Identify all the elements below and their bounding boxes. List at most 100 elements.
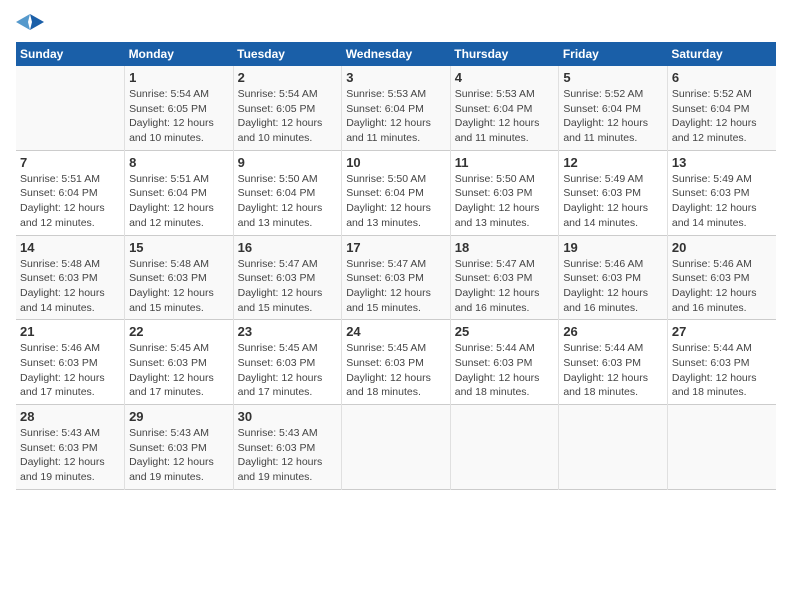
calendar-cell: 6 Sunrise: 5:52 AMSunset: 6:04 PMDaylight… <box>667 66 776 150</box>
calendar-cell: 5 Sunrise: 5:52 AMSunset: 6:04 PMDaylight… <box>559 66 668 150</box>
logo <box>16 10 48 34</box>
day-number: 29 <box>129 409 229 424</box>
day-number: 11 <box>455 155 555 170</box>
calendar-cell: 11 Sunrise: 5:50 AMSunset: 6:03 PMDayligh… <box>450 150 559 235</box>
calendar-cell: 3 Sunrise: 5:53 AMSunset: 6:04 PMDaylight… <box>342 66 451 150</box>
calendar-cell: 4Sunrise: 5:53 AMSunset: 6:04 PMDaylight… <box>450 66 559 150</box>
day-detail: Sunrise: 5:47 AMSunset: 6:03 PMDaylight:… <box>455 257 555 316</box>
calendar-cell: 20 Sunrise: 5:46 AMSunset: 6:03 PMDayligh… <box>667 235 776 320</box>
weekday-header-monday: Monday <box>125 42 234 66</box>
calendar-cell: 15 Sunrise: 5:48 AMSunset: 6:03 PMDayligh… <box>125 235 234 320</box>
day-detail: Sunrise: 5:50 AMSunset: 6:04 PMDaylight:… <box>238 172 338 231</box>
day-detail: Sunrise: 5:47 AMSunset: 6:03 PMDaylight:… <box>238 257 338 316</box>
calendar-week-row: 1 Sunrise: 5:54 AMSunset: 6:05 PMDaylight… <box>16 66 776 150</box>
day-number: 13 <box>672 155 772 170</box>
calendar-cell <box>667 405 776 490</box>
day-number: 12 <box>563 155 663 170</box>
day-detail: Sunrise: 5:48 AMSunset: 6:03 PMDaylight:… <box>129 257 229 316</box>
calendar-cell: 24 Sunrise: 5:45 AMSunset: 6:03 PMDayligh… <box>342 320 451 405</box>
calendar-cell: 29Sunrise: 5:43 AMSunset: 6:03 PMDayligh… <box>125 405 234 490</box>
day-detail: Sunrise: 5:45 AMSunset: 6:03 PMDaylight:… <box>129 341 229 400</box>
calendar-cell: 13 Sunrise: 5:49 AMSunset: 6:03 PMDayligh… <box>667 150 776 235</box>
day-number: 25 <box>455 324 555 339</box>
day-number: 5 <box>563 70 663 85</box>
calendar-week-row: 14 Sunrise: 5:48 AMSunset: 6:03 PMDayligh… <box>16 235 776 320</box>
calendar-cell: 25 Sunrise: 5:44 AMSunset: 6:03 PMDayligh… <box>450 320 559 405</box>
calendar-cell: 16 Sunrise: 5:47 AMSunset: 6:03 PMDayligh… <box>233 235 342 320</box>
day-number: 26 <box>563 324 663 339</box>
day-number: 30 <box>238 409 338 424</box>
day-detail: Sunrise: 5:49 AMSunset: 6:03 PMDaylight:… <box>563 172 663 231</box>
day-number: 6 <box>672 70 772 85</box>
logo-icon <box>16 10 44 34</box>
day-detail: Sunrise: 5:45 AMSunset: 6:03 PMDaylight:… <box>346 341 446 400</box>
day-detail: Sunrise: 5:50 AMSunset: 6:03 PMDaylight:… <box>455 172 555 231</box>
weekday-header-tuesday: Tuesday <box>233 42 342 66</box>
calendar-cell: 8 Sunrise: 5:51 AMSunset: 6:04 PMDaylight… <box>125 150 234 235</box>
day-detail: Sunrise: 5:44 AMSunset: 6:03 PMDaylight:… <box>455 341 555 400</box>
calendar-cell: 23 Sunrise: 5:45 AMSunset: 6:03 PMDayligh… <box>233 320 342 405</box>
day-number: 9 <box>238 155 338 170</box>
day-number: 20 <box>672 240 772 255</box>
day-detail: Sunrise: 5:54 AMSunset: 6:05 PMDaylight:… <box>238 87 338 146</box>
day-detail: Sunrise: 5:43 AMSunset: 6:03 PMDaylight:… <box>238 426 338 485</box>
weekday-header-wednesday: Wednesday <box>342 42 451 66</box>
day-detail: Sunrise: 5:49 AMSunset: 6:03 PMDaylight:… <box>672 172 772 231</box>
calendar-week-row: 21Sunrise: 5:46 AMSunset: 6:03 PMDayligh… <box>16 320 776 405</box>
day-number: 16 <box>238 240 338 255</box>
day-number: 19 <box>563 240 663 255</box>
calendar-cell <box>559 405 668 490</box>
day-detail: Sunrise: 5:43 AMSunset: 6:03 PMDaylight:… <box>20 426 120 485</box>
day-detail: Sunrise: 5:46 AMSunset: 6:03 PMDaylight:… <box>20 341 120 400</box>
day-detail: Sunrise: 5:46 AMSunset: 6:03 PMDaylight:… <box>672 257 772 316</box>
calendar-week-row: 28Sunrise: 5:43 AMSunset: 6:03 PMDayligh… <box>16 405 776 490</box>
day-detail: Sunrise: 5:51 AMSunset: 6:04 PMDaylight:… <box>129 172 229 231</box>
day-detail: Sunrise: 5:46 AMSunset: 6:03 PMDaylight:… <box>563 257 663 316</box>
day-detail: Sunrise: 5:47 AMSunset: 6:03 PMDaylight:… <box>346 257 446 316</box>
day-detail: Sunrise: 5:48 AMSunset: 6:03 PMDaylight:… <box>20 257 120 316</box>
day-detail: Sunrise: 5:44 AMSunset: 6:03 PMDaylight:… <box>563 341 663 400</box>
day-number: 14 <box>20 240 120 255</box>
calendar-cell: 9 Sunrise: 5:50 AMSunset: 6:04 PMDaylight… <box>233 150 342 235</box>
day-number: 1 <box>129 70 229 85</box>
calendar-cell: 21Sunrise: 5:46 AMSunset: 6:03 PMDayligh… <box>16 320 125 405</box>
day-detail: Sunrise: 5:44 AMSunset: 6:03 PMDaylight:… <box>672 341 772 400</box>
calendar-week-row: 7 Sunrise: 5:51 AMSunset: 6:04 PMDaylight… <box>16 150 776 235</box>
calendar-cell: 30 Sunrise: 5:43 AMSunset: 6:03 PMDayligh… <box>233 405 342 490</box>
day-number: 18 <box>455 240 555 255</box>
calendar-cell <box>342 405 451 490</box>
calendar-cell: 14 Sunrise: 5:48 AMSunset: 6:03 PMDayligh… <box>16 235 125 320</box>
weekday-header-sunday: Sunday <box>16 42 125 66</box>
calendar-cell: 28Sunrise: 5:43 AMSunset: 6:03 PMDayligh… <box>16 405 125 490</box>
weekday-header-saturday: Saturday <box>667 42 776 66</box>
day-number: 23 <box>238 324 338 339</box>
calendar-cell: 26 Sunrise: 5:44 AMSunset: 6:03 PMDayligh… <box>559 320 668 405</box>
day-number: 7 <box>20 155 120 170</box>
day-detail: Sunrise: 5:52 AMSunset: 6:04 PMDaylight:… <box>563 87 663 146</box>
day-number: 27 <box>672 324 772 339</box>
day-detail: Sunrise: 5:50 AMSunset: 6:04 PMDaylight:… <box>346 172 446 231</box>
calendar-cell <box>450 405 559 490</box>
calendar-cell: 17 Sunrise: 5:47 AMSunset: 6:03 PMDayligh… <box>342 235 451 320</box>
day-number: 24 <box>346 324 446 339</box>
day-number: 17 <box>346 240 446 255</box>
calendar-cell: 7 Sunrise: 5:51 AMSunset: 6:04 PMDaylight… <box>16 150 125 235</box>
weekday-header-thursday: Thursday <box>450 42 559 66</box>
calendar-cell: 1Sunrise: 5:54 AMSunset: 6:05 PMDaylight… <box>125 66 234 150</box>
day-detail: Sunrise: 5:53 AMSunset: 6:04 PMDaylight:… <box>455 87 555 146</box>
day-detail: Sunrise: 5:51 AMSunset: 6:04 PMDaylight:… <box>20 172 120 231</box>
calendar-table: SundayMondayTuesdayWednesdayThursdayFrid… <box>16 42 776 490</box>
day-number: 8 <box>129 155 229 170</box>
calendar-cell: 27 Sunrise: 5:44 AMSunset: 6:03 PMDayligh… <box>667 320 776 405</box>
day-detail: Sunrise: 5:52 AMSunset: 6:04 PMDaylight:… <box>672 87 772 146</box>
calendar-cell: 10Sunrise: 5:50 AMSunset: 6:04 PMDayligh… <box>342 150 451 235</box>
calendar-cell: 12 Sunrise: 5:49 AMSunset: 6:03 PMDayligh… <box>559 150 668 235</box>
calendar-cell: 19 Sunrise: 5:46 AMSunset: 6:03 PMDayligh… <box>559 235 668 320</box>
day-detail: Sunrise: 5:45 AMSunset: 6:03 PMDaylight:… <box>238 341 338 400</box>
day-detail: Sunrise: 5:53 AMSunset: 6:04 PMDaylight:… <box>346 87 446 146</box>
calendar-cell: 22Sunrise: 5:45 AMSunset: 6:03 PMDayligh… <box>125 320 234 405</box>
day-number: 3 <box>346 70 446 85</box>
day-number: 2 <box>238 70 338 85</box>
day-number: 15 <box>129 240 229 255</box>
weekday-header-friday: Friday <box>559 42 668 66</box>
